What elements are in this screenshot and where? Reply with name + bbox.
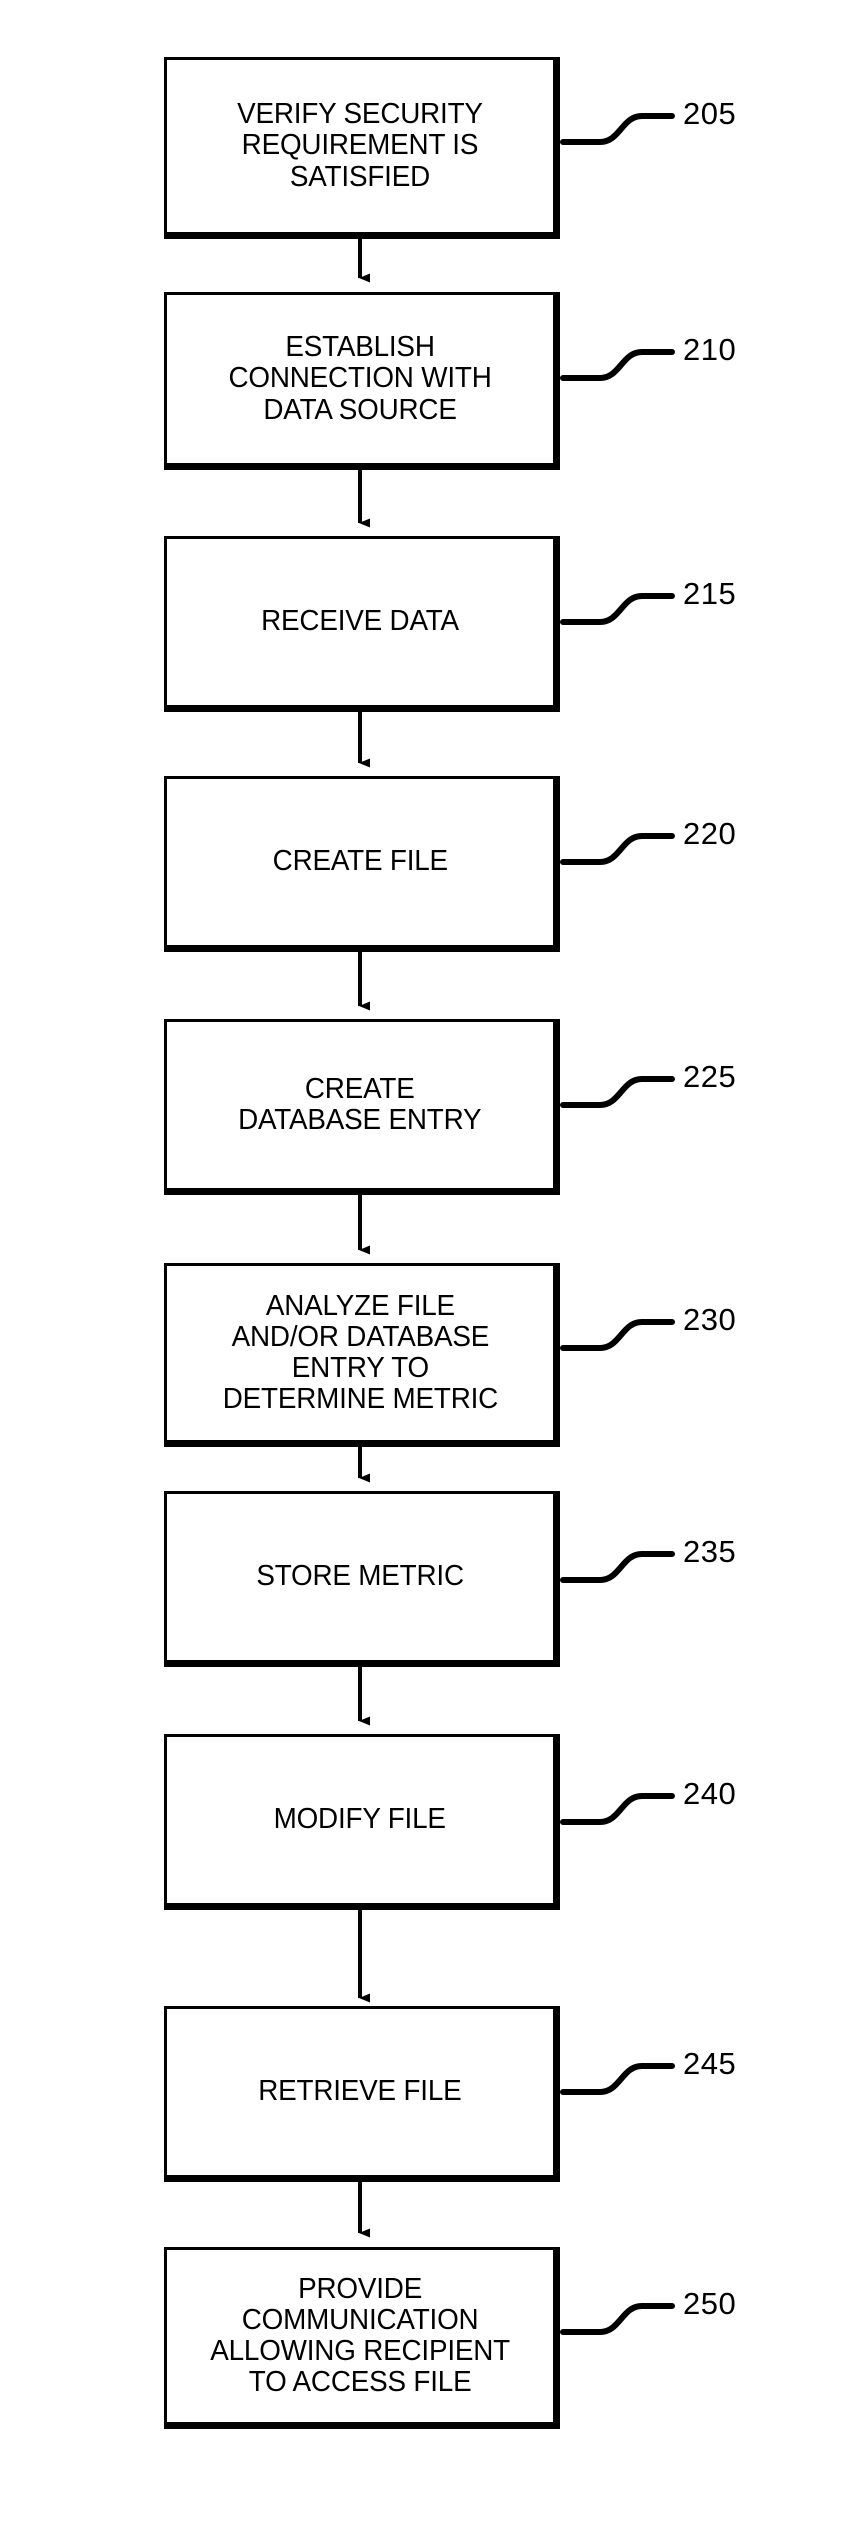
figure-canvas: VERIFY SECURITY REQUIREMENT IS SATISFIED…: [0, 0, 864, 2524]
process-box-235[interactable]: STORE METRIC: [164, 1491, 560, 1667]
process-box-label: RETRIEVE FILE: [258, 2075, 462, 2108]
process-box-label: VERIFY SECURITY REQUIREMENT IS SATISFIED: [237, 98, 483, 193]
reference-numeral-250: 250: [683, 2286, 737, 2321]
process-box-245[interactable]: RETRIEVE FILE: [164, 2006, 560, 2182]
process-box-240[interactable]: MODIFY FILE: [164, 1734, 560, 1910]
reference-numeral-225: 225: [683, 1059, 737, 1094]
process-box-205[interactable]: VERIFY SECURITY REQUIREMENT IS SATISFIED: [164, 57, 560, 239]
process-box-label: RECEIVE DATA: [261, 605, 459, 638]
process-box-label: PROVIDE COMMUNICATION ALLOWING RECIPIENT…: [210, 2272, 510, 2399]
process-box-label: ESTABLISH CONNECTION WITH DATA SOURCE: [228, 331, 492, 426]
reference-numeral-240: 240: [683, 1776, 737, 1811]
process-box-label: ANALYZE FILE AND/OR DATABASE ENTRY TO DE…: [222, 1289, 498, 1416]
process-box-label: CREATE DATABASE ENTRY: [238, 1072, 482, 1136]
process-box-215[interactable]: RECEIVE DATA: [164, 536, 560, 712]
process-box-label: MODIFY FILE: [273, 1803, 447, 1836]
reference-numeral-210: 210: [683, 332, 737, 367]
process-box-label: CREATE FILE: [272, 845, 448, 878]
reference-numeral-215: 215: [683, 576, 737, 611]
reference-numeral-230: 230: [683, 1302, 737, 1337]
process-box-250[interactable]: PROVIDE COMMUNICATION ALLOWING RECIPIENT…: [164, 2247, 560, 2429]
process-box-220[interactable]: CREATE FILE: [164, 776, 560, 952]
process-box-210[interactable]: ESTABLISH CONNECTION WITH DATA SOURCE: [164, 292, 560, 470]
process-box-230[interactable]: ANALYZE FILE AND/OR DATABASE ENTRY TO DE…: [164, 1263, 560, 1447]
reference-numeral-235: 235: [683, 1534, 737, 1569]
process-box-label: STORE METRIC: [256, 1560, 464, 1593]
process-box-225[interactable]: CREATE DATABASE ENTRY: [164, 1019, 560, 1195]
reference-numeral-205: 205: [683, 96, 737, 131]
reference-numeral-220: 220: [683, 816, 737, 851]
reference-numeral-245: 245: [683, 2046, 737, 2081]
